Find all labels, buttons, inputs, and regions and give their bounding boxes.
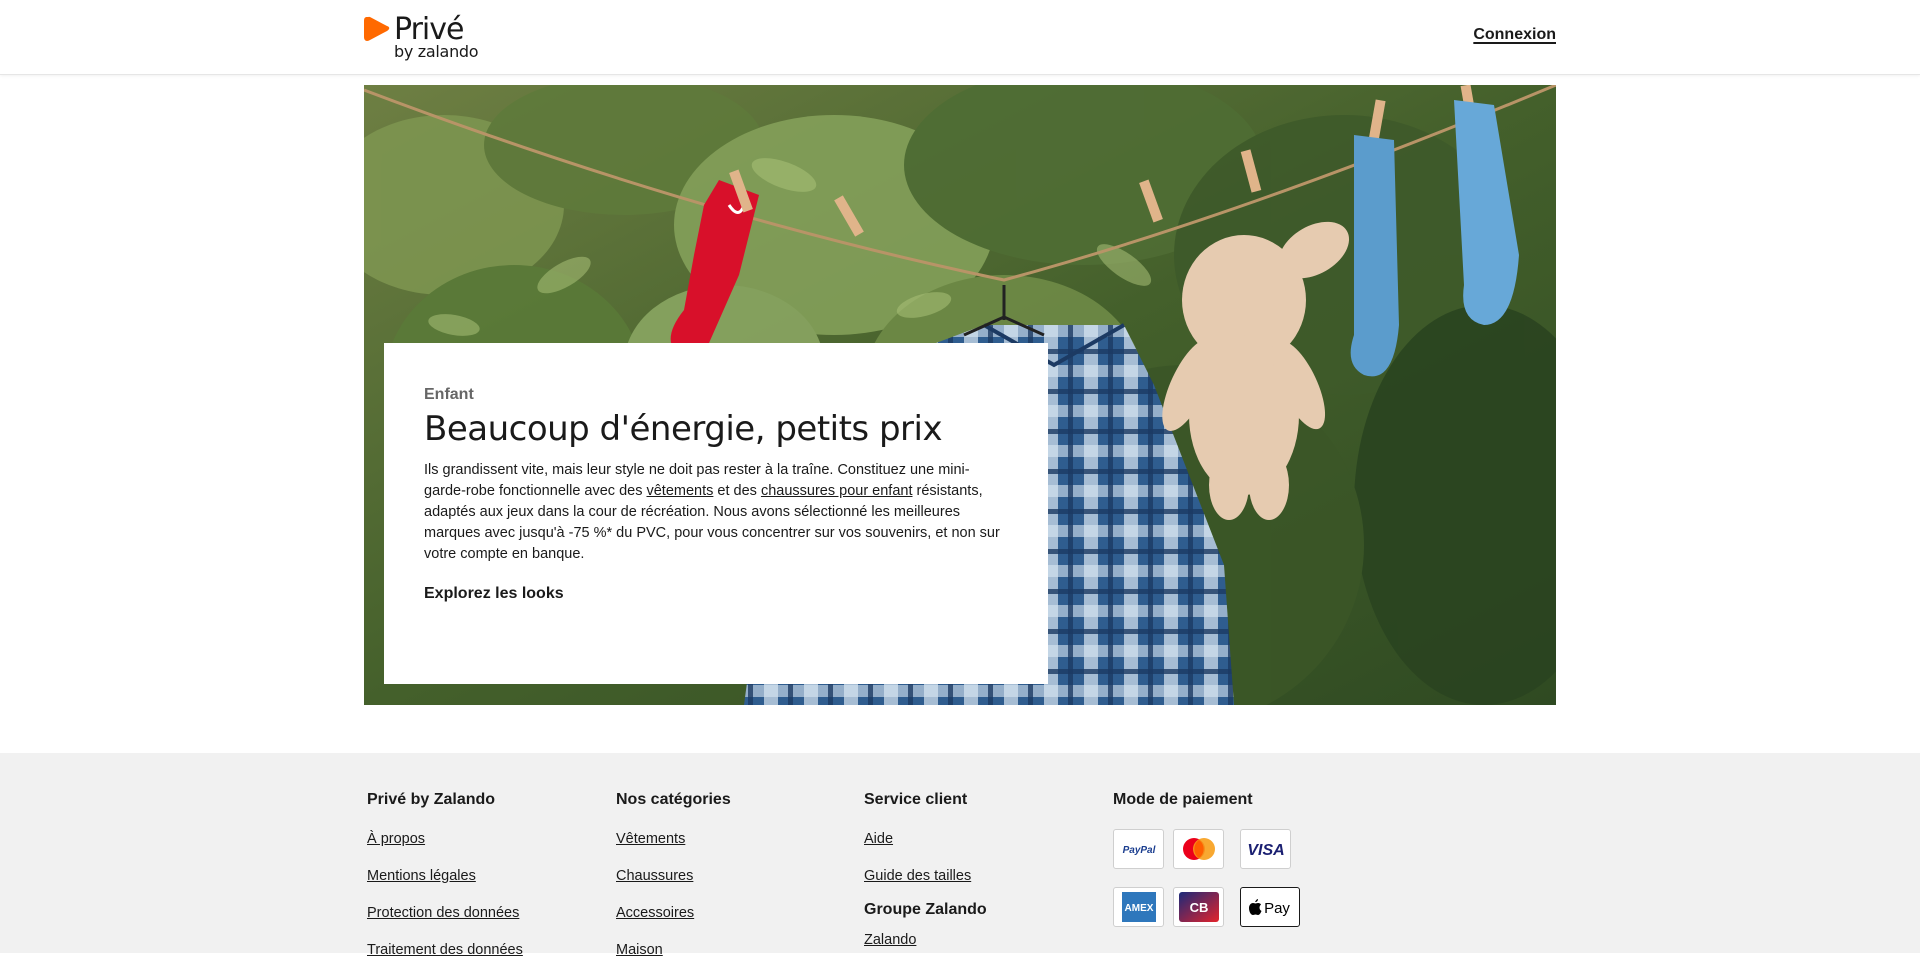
explore-looks-link[interactable]: Explorez les looks	[424, 585, 564, 603]
footer-heading: Mode de paiement	[1113, 791, 1253, 808]
promo-title: Beaucoup d'énergie, petits prix	[424, 409, 943, 449]
footer-link-data-processing[interactable]: Traitement des données	[367, 942, 523, 958]
prive-play-icon	[364, 16, 390, 41]
prive-logo[interactable]: Privé by zalando	[364, 12, 494, 62]
category-eyebrow: Enfant	[424, 386, 474, 403]
footer-heading: Privé by Zalando	[367, 791, 496, 808]
logo-subtitle: by zalando	[394, 42, 479, 61]
svg-text:CB: CB	[1189, 900, 1208, 915]
footer-link-help[interactable]: Aide	[864, 831, 893, 847]
footer-heading: Service client	[864, 791, 968, 808]
cb-icon: CB	[1173, 887, 1224, 927]
amex-icon: AMEX	[1113, 887, 1164, 927]
footer-link-size-guide[interactable]: Guide des tailles	[864, 868, 971, 884]
footer-link-about[interactable]: À propos	[367, 831, 425, 847]
svg-text:PayPal: PayPal	[1122, 845, 1155, 856]
svg-text:Pay: Pay	[1264, 900, 1290, 917]
site-header: Privé by zalando Connexion	[0, 0, 1920, 75]
footer-column-payment: Mode de paiement	[1113, 789, 1353, 811]
footer-column-service: Service client Aide Guide des tailles Gr…	[864, 789, 1104, 968]
promo-text-part: et des	[713, 483, 761, 499]
svg-text:VISA: VISA	[1247, 842, 1284, 857]
clothing-link[interactable]: vêtements	[646, 483, 713, 499]
svg-text:AMEX: AMEX	[1124, 903, 1153, 914]
footer-column-categories: Nos catégories Vêtements Chaussures Acce…	[616, 789, 856, 978]
footer-link-shoes[interactable]: Chaussures	[616, 868, 693, 884]
footer-link-legal[interactable]: Mentions légales	[367, 868, 476, 884]
mastercard-icon	[1173, 829, 1224, 869]
site-footer: Privé by Zalando À propos Mentions légal…	[0, 753, 1920, 958]
footer-link-clothing[interactable]: Vêtements	[616, 831, 685, 847]
promo-description: Ils grandissent vite, mais leur style ne…	[424, 460, 1004, 565]
footer-heading-group: Groupe Zalando	[864, 901, 987, 918]
footer-link-home[interactable]: Maison	[616, 942, 663, 958]
apple-pay-icon: Pay	[1240, 887, 1300, 927]
footer-link-zalando[interactable]: Zalando	[864, 932, 916, 948]
kids-shoes-link[interactable]: chaussures pour enfant	[761, 483, 913, 499]
footer-link-privacy[interactable]: Protection des données	[367, 905, 519, 921]
visa-icon: VISA	[1240, 829, 1291, 869]
login-link[interactable]: Connexion	[1473, 26, 1556, 44]
footer-link-accessories[interactable]: Accessoires	[616, 905, 694, 921]
footer-heading: Nos catégories	[616, 791, 731, 808]
footer-column-about: Privé by Zalando À propos Mentions légal…	[367, 789, 607, 978]
paypal-icon: PayPal	[1113, 829, 1164, 869]
promo-card: Enfant Beaucoup d'énergie, petits prix I…	[384, 343, 1048, 684]
